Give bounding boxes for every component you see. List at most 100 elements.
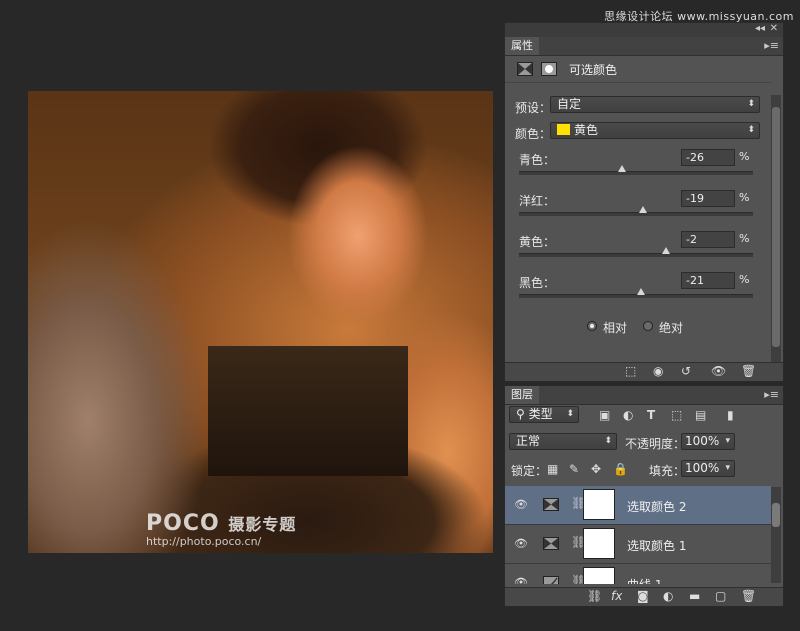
opacity-label: 不透明度： [625, 437, 686, 451]
properties-footer: ⬚ ◉ ↺ 👁 🗑 [505, 362, 783, 381]
preset-select[interactable]: 自定 ⬍ [550, 96, 760, 113]
layers-tabbar: 图层 ▸≡ [505, 386, 783, 405]
curves-icon [543, 576, 559, 584]
filter-toggle-icon[interactable]: ▮ [727, 408, 734, 422]
visibility-eye-icon[interactable]: 👁 [514, 576, 528, 584]
properties-scrollbar[interactable] [771, 95, 781, 367]
slider-label-magenta: 洋红： [519, 194, 556, 208]
view-previous-icon[interactable]: ◉ [653, 364, 663, 378]
new-group-folder-icon[interactable]: ▬ [689, 589, 700, 603]
layer-row[interactable]: 👁 ⛓ 选取颜色 2 [505, 486, 771, 525]
yellow-swatch [557, 124, 570, 135]
layer-name[interactable]: 选取颜色 2 [627, 498, 686, 515]
opacity-input[interactable]: 100% ▾ [681, 433, 735, 450]
filter-pixel-icon[interactable]: ▣ [599, 408, 610, 422]
properties-header: 可选颜色 [505, 56, 771, 83]
preset-value: 自定 [557, 97, 582, 111]
properties-title: 可选颜色 [569, 63, 618, 77]
colors-select[interactable]: 黄色 ⬍ [550, 122, 760, 139]
layer-mask-icon[interactable] [541, 62, 557, 76]
visibility-eye-icon[interactable]: 👁 [514, 537, 528, 550]
slider-label-yellow: 黄色： [519, 235, 556, 249]
fx-icon[interactable]: fx [611, 589, 622, 603]
poco-logo-text: POCO [146, 511, 220, 536]
yellow-value-input[interactable]: -2 [681, 231, 735, 248]
tab-layers[interactable]: 图层 [505, 386, 539, 404]
selective-color-icon [543, 498, 559, 511]
tab-properties[interactable]: 属性 [505, 37, 539, 55]
slider-label-black: 黑色： [519, 276, 556, 290]
chevron-updown-icon: ⬍ [604, 436, 612, 446]
panel-menu-icon[interactable]: ▸≡ [764, 39, 779, 52]
poco-logo-cn: 摄影专题 [228, 515, 297, 534]
reset-icon[interactable]: ↺ [681, 364, 691, 378]
cyan-slider-thumb[interactable] [617, 165, 626, 172]
clip-to-layer-icon[interactable]: ⬚ [625, 364, 636, 378]
filter-smart-object-icon[interactable]: ▤ [695, 408, 706, 422]
selective-color-icon [517, 62, 533, 76]
black-slider-thumb[interactable] [636, 288, 645, 295]
new-adjustment-icon[interactable]: ◐ [663, 589, 673, 603]
add-mask-icon[interactable]: ◙ [637, 589, 649, 603]
layer-name[interactable]: 选取颜色 1 [627, 537, 686, 554]
layer-mask-thumbnail[interactable] [583, 489, 615, 520]
fill-label: 填充： [649, 464, 686, 478]
lock-label: 锁定： [511, 464, 548, 478]
chevron-down-icon: ▾ [725, 463, 730, 473]
poco-url: http://photo.poco.cn/ [146, 535, 262, 548]
properties-panel: ◂◂ ✕ 属性 ▸≡ 可选颜色 预设： 自定 ⬍ 颜色： 黄色 ⬍ 青色： -2… [504, 22, 784, 382]
blend-mode-select[interactable]: 正常 ⬍ [509, 433, 617, 450]
cyan-value-input[interactable]: -26 [681, 149, 735, 166]
delete-trash-icon[interactable]: 🗑 [741, 364, 756, 378]
chevron-updown-icon: ⬍ [566, 409, 574, 419]
magenta-value-input[interactable]: -19 [681, 190, 735, 207]
cyan-unit: % [739, 150, 750, 163]
properties-tabbar: 属性 ▸≡ [505, 37, 783, 56]
layer-mask-thumbnail[interactable] [583, 528, 615, 559]
collapse-panel-icon[interactable]: ◂◂ [755, 23, 765, 34]
layer-name[interactable]: 曲线 1 [627, 576, 662, 584]
panel-menu-icon[interactable]: ▸≡ [764, 388, 779, 401]
preset-label: 预设： [515, 101, 552, 115]
lock-pixels-brush-icon[interactable]: ✎ [569, 462, 579, 476]
layer-filter-select[interactable]: ⚲ 类型 ⬍ [509, 406, 579, 423]
delete-trash-icon[interactable]: 🗑 [741, 589, 756, 603]
magenta-slider-thumb[interactable] [639, 206, 648, 213]
properties-titlebar: ◂◂ ✕ [505, 23, 783, 37]
colors-value: 黄色 [574, 123, 599, 137]
lock-all-icon[interactable]: 🔒 [613, 462, 628, 476]
magenta-unit: % [739, 191, 750, 204]
filter-type-icon[interactable]: T [647, 408, 655, 422]
chevron-down-icon: ▾ [725, 436, 730, 446]
selective-color-icon [543, 537, 559, 550]
filter-adjustment-icon[interactable]: ◐ [623, 408, 633, 422]
properties-scroll-thumb[interactable] [772, 107, 780, 347]
chevron-updown-icon: ⬍ [747, 125, 755, 135]
yellow-slider-track[interactable] [519, 247, 753, 257]
black-slider-track[interactable] [519, 288, 753, 298]
black-value-input[interactable]: -21 [681, 272, 735, 289]
absolute-radio[interactable] [643, 321, 653, 331]
layers-scrollbar[interactable] [771, 487, 781, 583]
lock-position-move-icon[interactable]: ✥ [591, 462, 601, 476]
visibility-eye-icon[interactable]: 👁 [711, 364, 726, 378]
layer-row[interactable]: 👁 ⛓ 选取颜色 1 [505, 525, 771, 564]
close-panel-icon[interactable]: ✕ [770, 23, 778, 34]
magenta-slider-track[interactable] [519, 206, 753, 216]
layers-scroll-thumb[interactable] [772, 503, 780, 527]
fill-input[interactable]: 100% ▾ [681, 460, 735, 477]
relative-radio[interactable] [587, 321, 597, 331]
yellow-slider-thumb[interactable] [662, 247, 671, 254]
blend-mode-value: 正常 [516, 434, 541, 448]
cyan-slider-track[interactable] [519, 165, 753, 175]
layer-row[interactable]: 👁 ⛓ 曲线 1 [505, 564, 771, 584]
photo-canvas[interactable]: POCO 摄影专题 http://photo.poco.cn/ [28, 91, 493, 553]
layer-mask-thumbnail[interactable] [583, 567, 615, 584]
lock-transparent-icon[interactable]: ▦ [547, 462, 558, 476]
link-layers-icon[interactable]: ⛓ [587, 589, 602, 603]
filter-shape-icon[interactable]: ⬚ [671, 408, 682, 422]
filter-value: 类型 [528, 407, 553, 421]
new-layer-icon[interactable]: ▢ [715, 589, 726, 603]
absolute-label: 绝对 [659, 321, 684, 335]
visibility-eye-icon[interactable]: 👁 [514, 498, 528, 511]
